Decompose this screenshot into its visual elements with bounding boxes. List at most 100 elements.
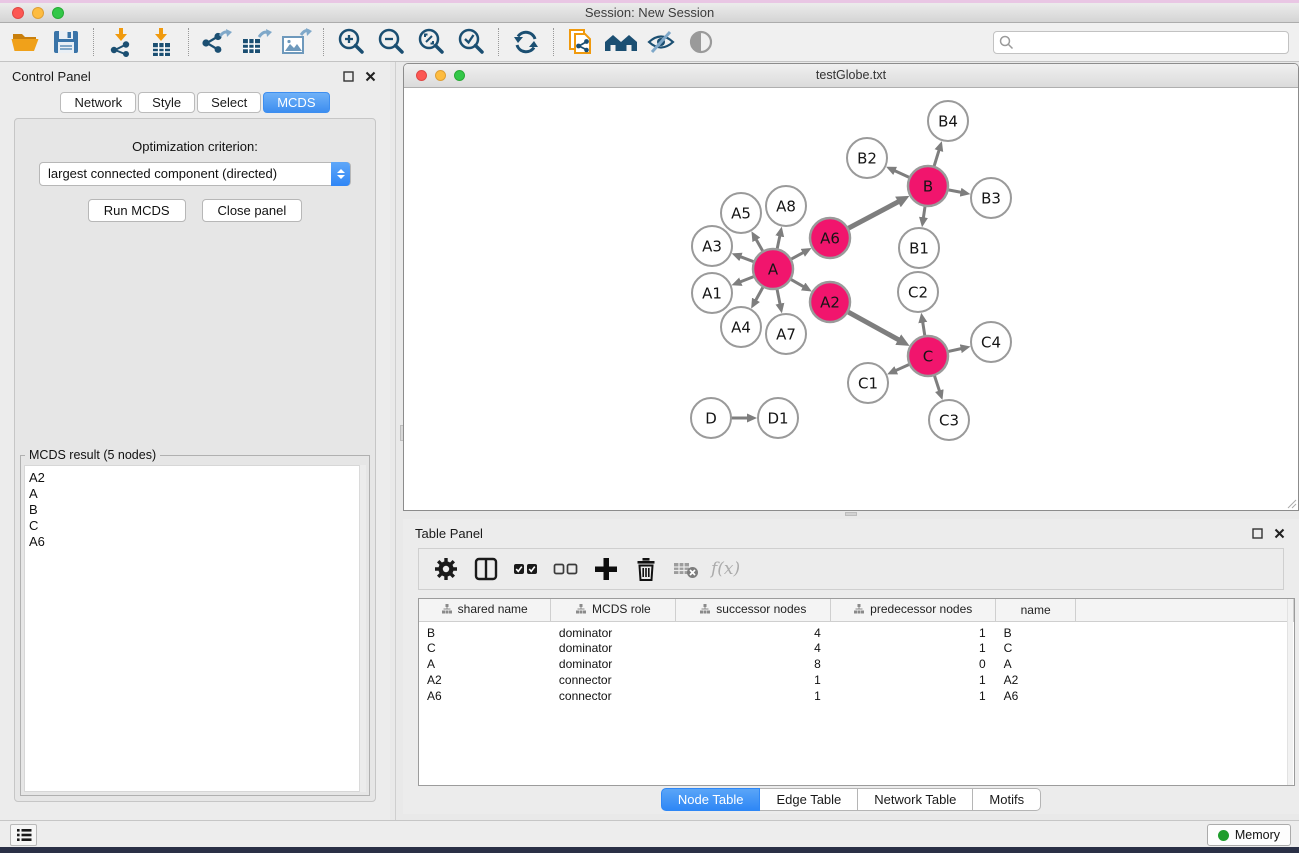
column-header-predecessor-nodes[interactable]: predecessor nodes (831, 599, 996, 621)
result-item-a[interactable]: A (29, 486, 365, 502)
float-table-panel-icon[interactable] (1249, 525, 1265, 541)
network-minimize-button[interactable] (435, 70, 446, 81)
edge-A2-C[interactable] (846, 311, 899, 340)
deselect-all-button[interactable] (551, 554, 581, 584)
search-input[interactable] (993, 31, 1289, 54)
network-maximize-button[interactable] (454, 70, 465, 81)
open-session-button[interactable] (6, 26, 46, 58)
close-window-button[interactable] (12, 7, 24, 19)
node-b2[interactable]: B2 (847, 138, 887, 178)
tab-node-table[interactable]: Node Table (661, 788, 761, 811)
node-c[interactable]: C (908, 336, 948, 376)
show-columns-button[interactable] (471, 554, 501, 584)
tab-style[interactable]: Style (138, 92, 195, 113)
result-item-c[interactable]: C (29, 518, 365, 534)
result-item-a2[interactable]: A2 (29, 470, 365, 486)
horizontal-splitter-grip[interactable] (845, 512, 857, 516)
mcds-result-list[interactable]: A2ABCA6 (24, 465, 366, 792)
export-image-button[interactable] (276, 26, 316, 58)
edge-A6-B[interactable] (846, 201, 899, 229)
zoom-in-button[interactable] (331, 26, 371, 58)
export-network-button[interactable] (196, 26, 236, 58)
node-c3[interactable]: C3 (929, 400, 969, 440)
network-canvas[interactable]: B4 B2 B B3 B1 A5A8A6 A3 A A1 C2 A2 A4A7 C C4 C1 C3 D D1 (404, 88, 1298, 510)
table-row-a2[interactable]: A2connector11A2 (419, 672, 1294, 688)
zoom-fit-button[interactable] (411, 26, 451, 58)
column-header-shared-name[interactable]: shared name (419, 599, 551, 621)
tab-select[interactable]: Select (197, 92, 261, 113)
delete-column-button[interactable] (631, 554, 661, 584)
close-panel-icon[interactable] (362, 68, 378, 84)
cell-predecessor-nodes: 1 (831, 688, 996, 704)
node-d1[interactable]: D1 (758, 398, 798, 438)
optimization-criterion-select[interactable]: largest connected component (directed) (39, 162, 351, 186)
node-b1[interactable]: B1 (899, 228, 939, 268)
node-b[interactable]: B (908, 166, 948, 206)
clone-network-button[interactable] (561, 26, 601, 58)
node-c2[interactable]: C2 (898, 272, 938, 312)
column-header-mcds-role[interactable]: MCDS role (551, 599, 676, 621)
memory-button[interactable]: Memory (1207, 824, 1291, 846)
task-history-button[interactable] (10, 824, 37, 846)
minimize-window-button[interactable] (32, 7, 44, 19)
show-graphics-details-button[interactable] (681, 26, 721, 58)
tab-edge-table[interactable]: Edge Table (760, 788, 858, 811)
node-b4[interactable]: B4 (928, 101, 968, 141)
node-a2[interactable]: A2 (810, 282, 850, 322)
zoom-out-button[interactable] (371, 26, 411, 58)
add-column-button[interactable] (591, 554, 621, 584)
tab-mcds[interactable]: MCDS (263, 92, 329, 113)
refresh-button[interactable] (506, 26, 546, 58)
export-table-button[interactable] (236, 26, 276, 58)
column-header-name[interactable]: name (996, 599, 1076, 621)
svg-text:A1: A1 (702, 285, 722, 303)
network-close-button[interactable] (416, 70, 427, 81)
save-disk-icon (51, 28, 81, 56)
node-a[interactable]: A (753, 249, 793, 289)
result-list-scrollbar[interactable] (359, 465, 366, 792)
save-session-button[interactable] (46, 26, 86, 58)
node-c1[interactable]: C1 (848, 363, 888, 403)
node-c4[interactable]: C4 (971, 322, 1011, 362)
table-row-a[interactable]: Adominator80A (419, 656, 1294, 672)
node-a3[interactable]: A3 (692, 226, 732, 266)
import-table-button[interactable] (141, 26, 181, 58)
table-row-b[interactable]: Bdominator41B (419, 621, 1294, 640)
float-panel-icon[interactable] (340, 68, 356, 84)
node-a5[interactable]: A5 (721, 193, 761, 233)
table-scrollbar[interactable] (1287, 599, 1293, 785)
table-header-row[interactable]: shared nameMCDS rolesuccessor nodesprede… (419, 599, 1294, 621)
table-settings-button[interactable] (431, 554, 461, 584)
tab-motifs[interactable]: Motifs (973, 788, 1041, 811)
control-panel-tabs: NetworkStyleSelectMCDS (0, 92, 390, 113)
select-all-button[interactable] (511, 554, 541, 584)
vertical-splitter[interactable] (395, 62, 396, 820)
zoom-out-icon (376, 27, 406, 57)
resize-grip-icon[interactable] (1285, 497, 1297, 509)
tab-network[interactable]: Network (60, 92, 136, 113)
desktop-background-strip (0, 847, 1299, 853)
result-item-b[interactable]: B (29, 502, 365, 518)
result-item-a6[interactable]: A6 (29, 534, 365, 550)
zoom-selected-button[interactable] (451, 26, 491, 58)
node-a4[interactable]: A4 (721, 307, 761, 347)
close-panel-button[interactable]: Close panel (202, 199, 303, 222)
table-row-a6[interactable]: A6connector11A6 (419, 688, 1294, 704)
column-header-successor-nodes[interactable]: successor nodes (676, 599, 831, 621)
import-network-button[interactable] (101, 26, 141, 58)
network-overview-button[interactable] (601, 26, 641, 58)
network-window-titlebar[interactable]: testGlobe.txt (404, 64, 1298, 88)
run-mcds-button[interactable]: Run MCDS (88, 199, 186, 222)
node-d[interactable]: D (691, 398, 731, 438)
hide-graphics-details-button[interactable] (641, 26, 681, 58)
table-row-c[interactable]: Cdominator41C (419, 640, 1294, 656)
node-b3[interactable]: B3 (971, 178, 1011, 218)
close-table-panel-icon[interactable] (1271, 525, 1287, 541)
node-a8[interactable]: A8 (766, 186, 806, 226)
node-a7[interactable]: A7 (766, 314, 806, 354)
maximize-window-button[interactable] (52, 7, 64, 19)
node-a1[interactable]: A1 (692, 273, 732, 313)
toolbar-separator (553, 28, 554, 56)
node-a6[interactable]: A6 (810, 218, 850, 258)
tab-network-table[interactable]: Network Table (858, 788, 973, 811)
